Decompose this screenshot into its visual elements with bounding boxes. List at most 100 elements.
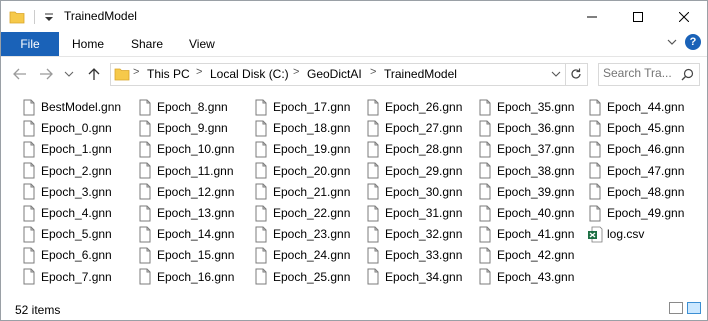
file-name: Epoch_2.gnn [41, 163, 112, 178]
file-item[interactable]: Epoch_20.gnn [253, 161, 350, 181]
file-item[interactable]: Epoch_28.gnn [365, 139, 462, 159]
expand-ribbon-icon[interactable] [667, 37, 677, 47]
file-item[interactable]: Epoch_2.gnn [21, 161, 112, 181]
tab-view[interactable]: View [189, 32, 215, 56]
file-item[interactable]: Epoch_3.gnn [21, 182, 112, 202]
back-button[interactable] [11, 65, 29, 83]
file-item[interactable]: Epoch_26.gnn [365, 97, 462, 117]
file-item[interactable]: Epoch_0.gnn [21, 118, 112, 138]
item-count: 52 items [15, 303, 61, 317]
file-item[interactable]: Epoch_47.gnn [587, 161, 684, 181]
file-item[interactable]: Epoch_33.gnn [365, 245, 462, 265]
file-name: Epoch_27.gnn [385, 121, 463, 136]
file-item[interactable]: Epoch_21.gnn [253, 182, 350, 202]
breadcrumb-local-disk[interactable]: Local Disk (C:) [210, 67, 289, 81]
search-box[interactable] [598, 63, 700, 86]
file-item[interactable]: Epoch_10.gnn [137, 139, 234, 159]
file-item[interactable]: Epoch_38.gnn [477, 161, 574, 181]
file-name: Epoch_22.gnn [273, 206, 351, 220]
search-icon[interactable] [681, 68, 694, 81]
file-item[interactable]: Epoch_42.gnn [477, 245, 574, 265]
breadcrumb-geodictai[interactable]: GeoDictAI [307, 67, 362, 81]
breadcrumb-trainedmodel[interactable]: TrainedModel [384, 67, 457, 81]
file-item[interactable]: Epoch_13.gnn [137, 203, 234, 223]
file-item[interactable]: Epoch_30.gnn [365, 182, 462, 202]
document-icon [139, 99, 151, 115]
search-input[interactable] [603, 66, 677, 80]
file-item[interactable]: Epoch_19.gnn [253, 139, 350, 159]
file-item[interactable]: Epoch_22.gnn [253, 203, 350, 223]
file-item[interactable]: Epoch_25.gnn [253, 267, 350, 287]
file-name: Epoch_24.gnn [273, 248, 351, 263]
file-item[interactable]: Epoch_39.gnn [477, 182, 574, 202]
up-button[interactable] [85, 65, 103, 83]
file-item[interactable]: Epoch_46.gnn [587, 139, 684, 159]
file-item[interactable]: Epoch_41.gnn [477, 224, 574, 244]
file-item[interactable]: log.csv [587, 224, 644, 244]
file-item[interactable]: Epoch_27.gnn [365, 118, 462, 138]
file-item[interactable]: Epoch_49.gnn [587, 203, 684, 223]
list-view-button[interactable] [687, 302, 701, 314]
file-name: Epoch_3.gnn [41, 184, 112, 199]
tab-file[interactable]: File [1, 32, 59, 56]
file-name: Epoch_8.gnn [157, 100, 228, 114]
quick-access-dropdown-icon[interactable] [41, 9, 57, 25]
file-item[interactable]: Epoch_24.gnn [253, 245, 350, 265]
tab-share[interactable]: Share [131, 32, 163, 56]
file-item[interactable]: Epoch_9.gnn [137, 118, 228, 138]
address-bar[interactable]: > This PC > Local Disk (C:) > GeoDictAI … [110, 63, 588, 86]
file-item[interactable]: Epoch_1.gnn [21, 139, 112, 159]
details-view-button[interactable] [669, 302, 683, 314]
help-icon[interactable]: ? [685, 34, 701, 50]
file-item[interactable]: Epoch_4.gnn [21, 203, 112, 223]
file-item[interactable]: Epoch_18.gnn [253, 118, 350, 138]
file-item[interactable]: Epoch_48.gnn [587, 182, 684, 202]
document-icon [589, 162, 601, 179]
file-item[interactable]: Epoch_12.gnn [137, 182, 234, 202]
file-item[interactable]: Epoch_37.gnn [477, 139, 574, 159]
file-item[interactable]: Epoch_15.gnn [137, 245, 234, 265]
file-item[interactable]: Epoch_44.gnn [587, 97, 684, 117]
breadcrumb-separator[interactable]: > [370, 66, 376, 78]
file-item[interactable]: BestModel.gnn [21, 97, 121, 117]
folder-icon [9, 11, 25, 24]
file-item[interactable]: Epoch_36.gnn [477, 118, 574, 138]
file-item[interactable]: Epoch_32.gnn [365, 224, 462, 244]
navigation-bar: > This PC > Local Disk (C:) > GeoDictAI … [1, 57, 707, 91]
file-item[interactable]: Epoch_7.gnn [21, 267, 112, 287]
file-item[interactable]: Epoch_17.gnn [253, 97, 350, 117]
breadcrumb-separator[interactable]: > [133, 66, 139, 78]
file-name: Epoch_34.gnn [385, 269, 463, 284]
close-button[interactable] [661, 1, 707, 32]
file-item[interactable]: Epoch_6.gnn [21, 245, 112, 265]
recent-locations-button[interactable] [63, 65, 75, 83]
file-item[interactable]: Epoch_31.gnn [365, 203, 462, 223]
file-item[interactable]: Epoch_23.gnn [253, 224, 350, 244]
breadcrumb-separator[interactable]: > [196, 66, 202, 78]
minimize-button[interactable] [569, 1, 615, 32]
file-item[interactable]: Epoch_11.gnn [137, 161, 234, 181]
refresh-icon[interactable] [569, 67, 583, 81]
forward-button[interactable] [37, 65, 55, 83]
file-item[interactable]: Epoch_16.gnn [137, 267, 234, 287]
breadcrumb-separator[interactable]: > [293, 66, 299, 78]
file-name: Epoch_47.gnn [607, 163, 685, 178]
document-icon [479, 268, 491, 285]
file-item[interactable]: Epoch_29.gnn [365, 161, 462, 181]
maximize-button[interactable] [615, 1, 661, 32]
file-item[interactable]: Epoch_8.gnn [137, 97, 228, 117]
address-dropdown-icon[interactable] [551, 70, 561, 78]
file-item[interactable]: Epoch_34.gnn [365, 267, 462, 287]
file-name: Epoch_43.gnn [497, 269, 575, 284]
file-item[interactable]: Epoch_45.gnn [587, 118, 684, 138]
file-name: Epoch_21.gnn [273, 184, 351, 199]
breadcrumb-this-pc[interactable]: This PC [147, 67, 190, 81]
file-item[interactable]: Epoch_43.gnn [477, 267, 574, 287]
document-icon [139, 141, 151, 158]
file-item[interactable]: Epoch_14.gnn [137, 224, 234, 244]
file-item[interactable]: Epoch_40.gnn [477, 203, 574, 223]
document-icon [23, 183, 35, 200]
file-item[interactable]: Epoch_35.gnn [477, 97, 574, 117]
tab-home[interactable]: Home [72, 32, 104, 56]
file-item[interactable]: Epoch_5.gnn [21, 224, 112, 244]
